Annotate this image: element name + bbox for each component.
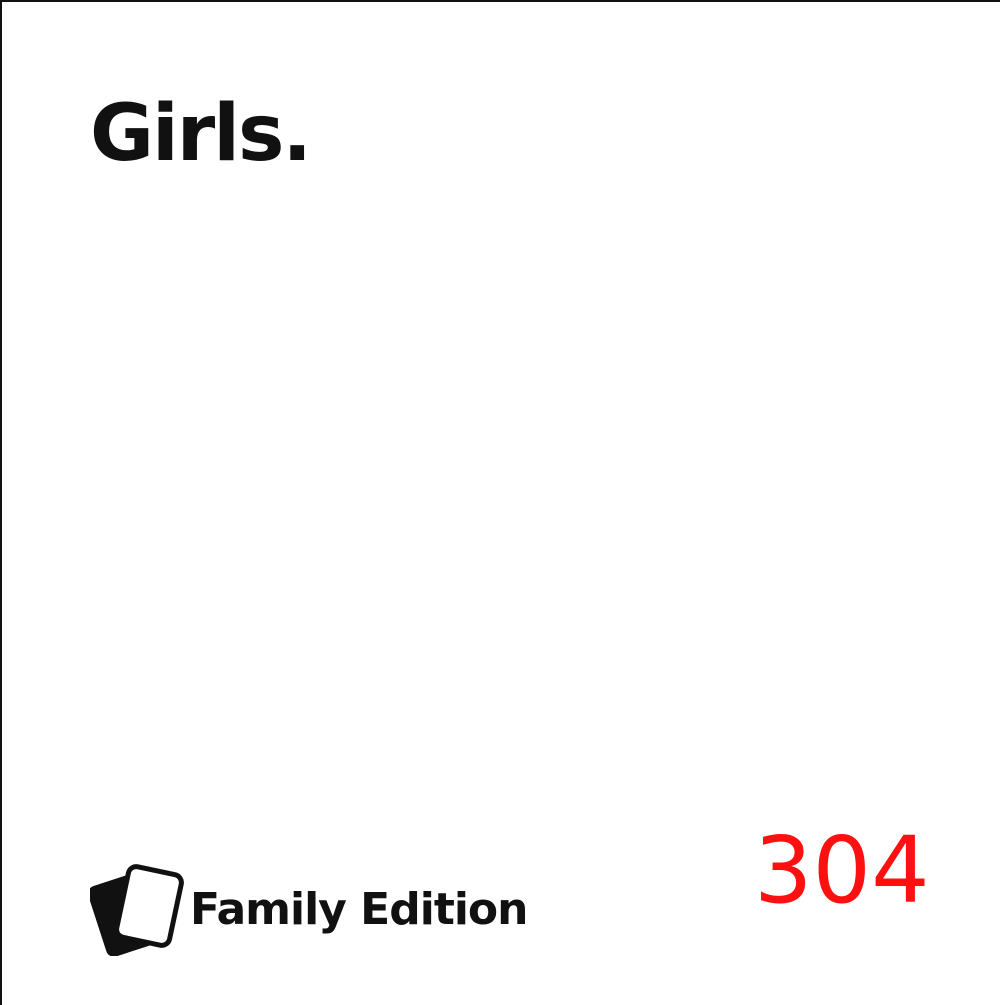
cards-logo-icon — [90, 864, 184, 956]
card-text: Girls. — [90, 89, 312, 179]
brand-name: Family Edition — [190, 884, 528, 935]
brand: Family Edition — [90, 864, 528, 956]
card-number: 304 — [754, 817, 930, 924]
card: Girls. Family Edition 304 — [0, 0, 1000, 1005]
